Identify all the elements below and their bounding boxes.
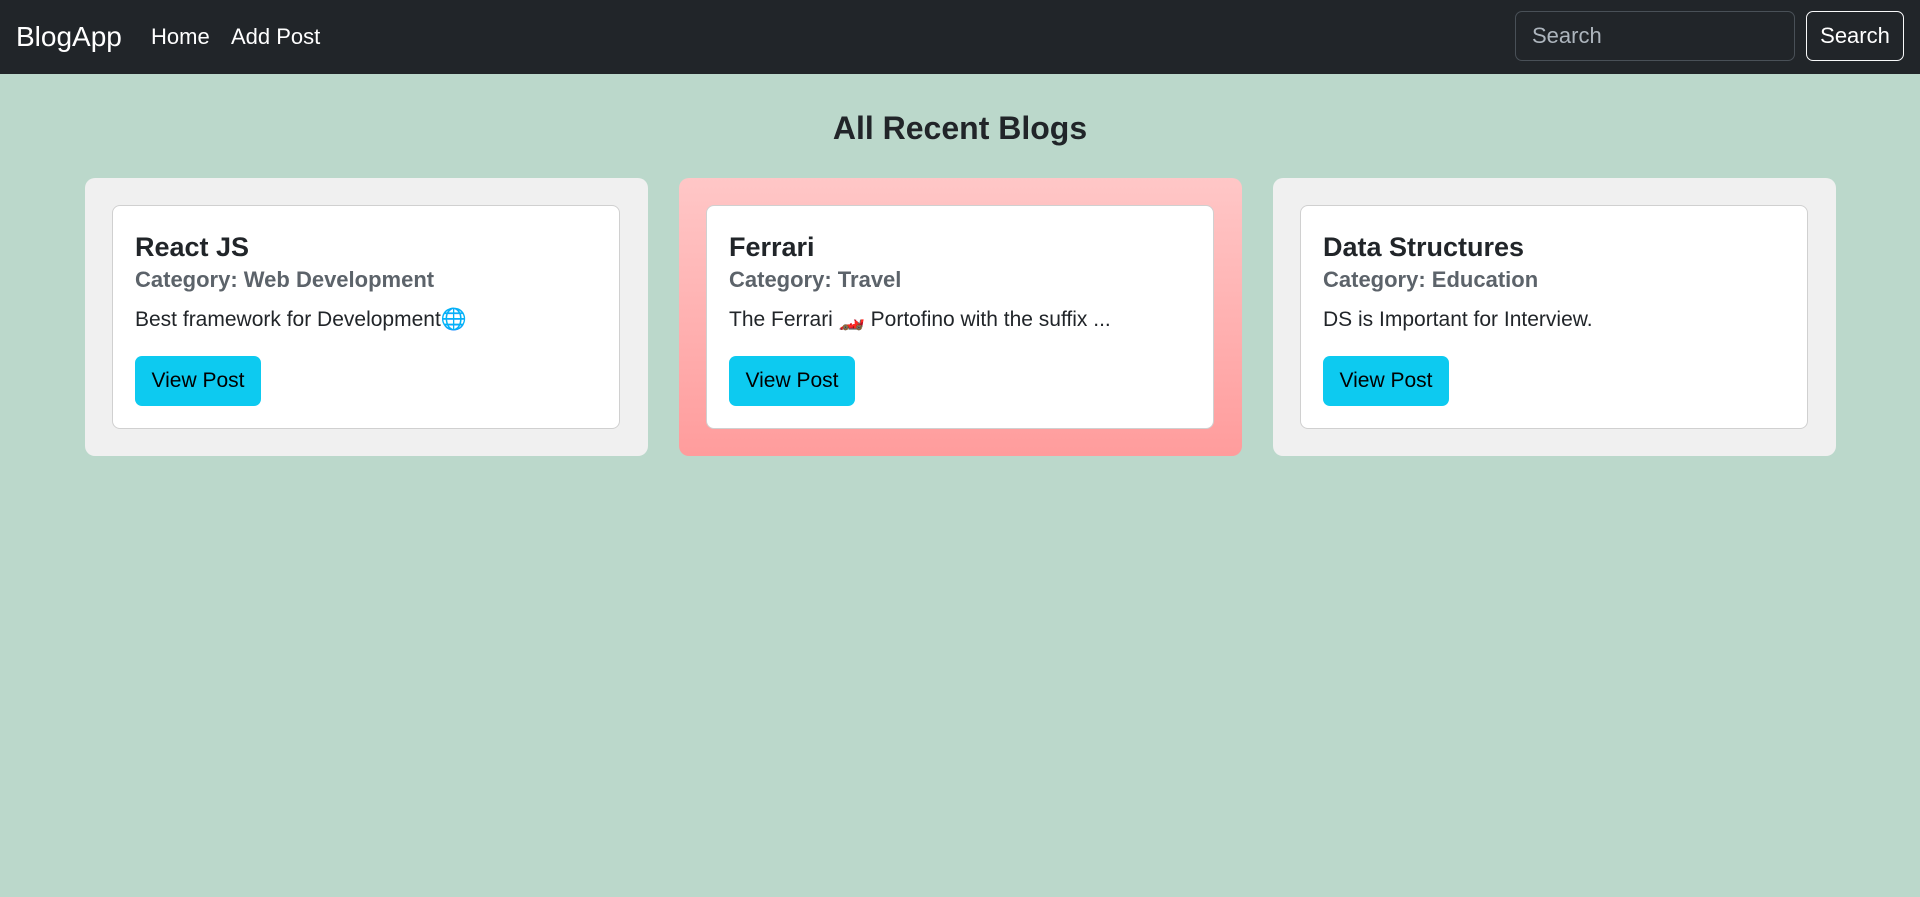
post-category: Category: Travel [729,267,902,292]
view-post-button[interactable]: View Post [135,356,261,406]
page-title: All Recent Blogs [832,110,1088,146]
post-card: React JS Category: Web Development Best … [112,205,620,429]
post-card-frame-highlighted: Ferrari Category: Travel The Ferrari 🏎️ … [679,178,1242,456]
post-title: React JS [135,232,250,262]
post-excerpt: Best framework for Development🌐 [135,308,467,331]
brand-link[interactable]: BlogApp [16,18,122,56]
post-card: Data Structures Category: Education DS i… [1300,205,1808,429]
nav-link-add-post[interactable]: Add Post [231,22,320,52]
post-excerpt: DS is Important for Interview. [1323,308,1593,331]
post-category: Category: Education [1323,267,1539,292]
search-button[interactable]: Search [1806,11,1904,61]
post-title: Data Structures [1323,232,1525,262]
post-category: Category: Web Development [135,267,435,292]
post-title: Ferrari [729,232,815,262]
navbar: BlogApp Home Add Post Search [0,0,1920,74]
post-card-frame: React JS Category: Web Development Best … [85,178,648,456]
search-input[interactable] [1515,11,1795,61]
post-card: Ferrari Category: Travel The Ferrari 🏎️ … [706,205,1214,429]
view-post-button[interactable]: View Post [729,356,855,406]
view-post-button[interactable]: View Post [1323,356,1449,406]
post-card-frame: Data Structures Category: Education DS i… [1273,178,1836,456]
post-excerpt: The Ferrari 🏎️ Portofino with the suffix… [729,308,1111,331]
nav-link-home[interactable]: Home [151,22,210,52]
